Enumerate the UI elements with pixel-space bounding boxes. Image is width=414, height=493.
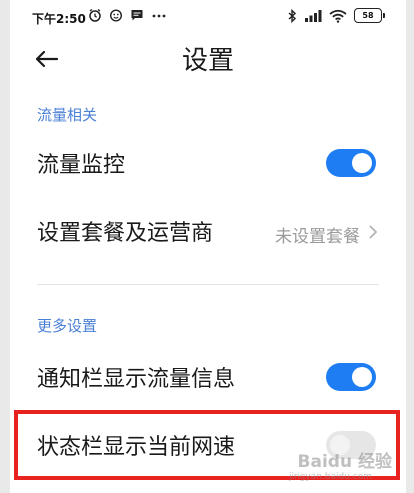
section-divider [37,284,379,285]
wifi-icon [329,9,347,23]
status-left-icons [88,8,167,22]
settings-screen: 下午2:50 58 设置 流量相关 流量监控 设置套餐及运营商 未设置套餐 更多… [10,0,406,493]
traffic-monitor-toggle[interactable] [326,149,376,177]
page-title: 设置 [181,46,234,76]
row-traffic-monitor[interactable]: 流量监控 [10,134,406,190]
chevron-right-icon [369,225,378,239]
battery-indicator: 58 [354,8,385,23]
status-bar: 下午2:50 58 [10,0,406,34]
status-right-icons: 58 [287,8,385,23]
row-label: 通知栏显示流量信息 [37,367,236,392]
more-dots-icon [152,14,166,18]
face-icon [109,9,123,22]
status-time: 下午2:50 [32,12,86,26]
bluetooth-icon [288,8,297,23]
alarm-icon [89,8,101,22]
signal-icon [305,9,322,22]
section-label-more: 更多设置 [37,317,98,335]
watermark-url: jingyan.baidu.com [288,472,372,482]
row-notification-traffic[interactable]: 通知栏显示流量信息 [10,348,406,404]
plan-value: 未设置套餐 [275,227,360,247]
row-label: 状态栏显示当前网速 [37,435,236,460]
notification-traffic-toggle[interactable] [326,363,376,391]
watermark-logo: Baidu 经验 [297,452,392,472]
row-label: 流量监控 [37,153,126,178]
message-icon [131,10,143,21]
row-label: 设置套餐及运营商 [37,221,214,246]
section-label-traffic: 流量相关 [37,106,98,124]
row-plan-carrier[interactable]: 设置套餐及运营商 未设置套餐 [10,202,406,258]
